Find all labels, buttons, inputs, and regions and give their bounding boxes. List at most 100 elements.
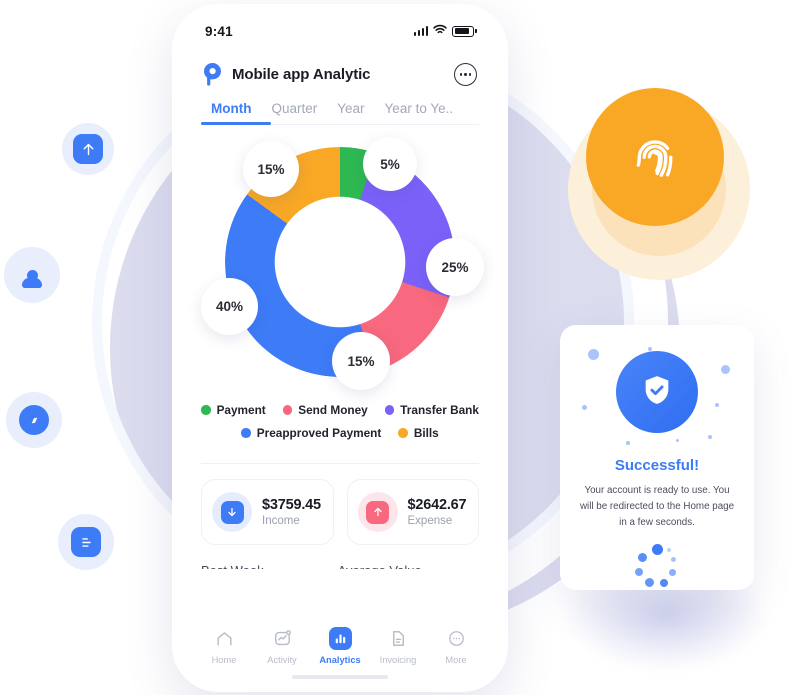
tab-year[interactable]: Year: [327, 101, 374, 125]
legend-label-preapproved-payment: Preapproved Payment: [256, 426, 382, 440]
status-bar: 9:41: [181, 13, 499, 49]
donut-label-bills: 15%: [243, 141, 299, 197]
period-tabs: Month Quarter Year Year to Ye..: [181, 101, 499, 125]
loading-spinner: [634, 544, 680, 590]
income-icon-halo: [212, 492, 252, 532]
sparkle-dot: [676, 439, 679, 442]
legend-label-payment: Payment: [216, 403, 266, 417]
arrow-up-icon: [366, 500, 389, 524]
shield-check-icon: [640, 373, 674, 412]
tab-year-to-year[interactable]: Year to Ye..: [375, 101, 464, 125]
nav-label-invoicing: Invoicing: [379, 655, 417, 665]
sparkle-dot: [582, 405, 587, 410]
success-badge: [616, 351, 698, 433]
legend-item-bills: Bills: [398, 426, 439, 440]
floating-person-chip[interactable]: [4, 247, 60, 303]
chart-legend: Payment Send Money Transfer Bank Preappr…: [181, 403, 499, 449]
floating-document-chip[interactable]: [58, 514, 114, 570]
success-badge-area: [576, 343, 738, 455]
floating-compass-chip[interactable]: [6, 392, 62, 448]
donut-label-payment: 5%: [363, 137, 417, 191]
donut-chart: 5% 25% 15% 40% 15%: [201, 137, 484, 390]
compass-icon: [19, 405, 49, 435]
expense-value: $2642.67: [407, 497, 467, 513]
more-options-icon[interactable]: [454, 63, 477, 86]
person-icon: [17, 260, 47, 290]
average-value-label: Average Value: [338, 563, 422, 569]
floating-upload-chip[interactable]: [62, 123, 114, 175]
bottom-navigation: Home Activity Analytics Invoicing More: [181, 619, 499, 671]
nav-label-more: More: [445, 655, 467, 665]
sparkle-dot: [721, 365, 730, 374]
home-indicator: [292, 675, 388, 679]
upload-icon: [73, 134, 103, 164]
expense-text: $2642.67 Expense: [408, 497, 467, 527]
phone-screen: 9:41 Mobile app Analytic Month Quarter Y…: [181, 13, 499, 683]
legend-dot-bills: [398, 428, 408, 438]
income-text: $3759.45 Income: [262, 497, 321, 527]
battery-icon: [452, 25, 477, 37]
legend-label-bills: Bills: [413, 426, 439, 440]
tab-quarter[interactable]: Quarter: [261, 101, 327, 125]
donut-label-send-money: 15%: [332, 332, 390, 390]
nav-item-invoicing[interactable]: Invoicing: [369, 627, 427, 665]
nav-item-analytics[interactable]: Analytics: [311, 627, 369, 665]
legend-dot-transfer-bank: [384, 405, 395, 415]
legend-row-1: Payment Send Money Transfer Bank: [201, 403, 479, 417]
status-time: 9:41: [205, 23, 233, 39]
legend-item-payment: Payment: [201, 403, 266, 417]
sparkle-dot: [715, 403, 719, 407]
nav-label-activity: Activity: [267, 655, 297, 665]
best-week-label: Best Week: [201, 563, 264, 569]
legend-item-transfer-bank: Transfer Bank: [384, 403, 479, 417]
clipped-stats-row: Best Week Average Value: [181, 545, 499, 569]
nav-label-home: Home: [211, 655, 237, 665]
tabs-active-indicator: [201, 122, 271, 125]
summary-cards: $3759.45 Income $2642.67 Expense: [181, 464, 499, 545]
home-icon: [213, 627, 236, 650]
income-label: Income: [262, 515, 300, 527]
fingerprint-badge[interactable]: [586, 88, 724, 226]
status-icons: [413, 22, 477, 40]
expense-label: Expense: [407, 515, 453, 527]
nav-label-analytics: Analytics: [319, 655, 361, 665]
donut-chart-area: 5% 25% 15% 40% 15%: [181, 129, 499, 403]
legend-dot-send-money: [282, 405, 293, 415]
legend-label-transfer-bank: Transfer Bank: [400, 403, 479, 417]
sparkle-dot: [626, 441, 630, 445]
donut-label-preapproved-payment: 40%: [201, 278, 258, 335]
page-title: Mobile app Analytic: [232, 66, 371, 83]
expense-icon-halo: [357, 492, 398, 532]
arrow-down-icon: [220, 500, 244, 524]
legend-dot-preapproved-payment: [241, 428, 251, 438]
activity-icon: [271, 627, 294, 650]
nav-item-activity[interactable]: Activity: [253, 627, 311, 665]
phone-mockup: 9:41 Mobile app Analytic Month Quarter Y…: [172, 4, 508, 692]
sparkle-dot: [588, 349, 599, 360]
nav-item-home[interactable]: Home: [195, 627, 253, 665]
invoice-icon: [387, 627, 410, 650]
fingerprint-icon: [628, 128, 682, 187]
document-icon: [71, 527, 101, 557]
legend-item-preapproved-payment: Preapproved Payment: [241, 426, 381, 440]
more-icon: [445, 627, 468, 650]
expense-card[interactable]: $2642.67 Expense: [346, 479, 479, 545]
sparkle-dot: [708, 435, 712, 439]
analytics-icon: [328, 627, 352, 650]
app-title-group: Mobile app Analytic: [203, 63, 371, 86]
legend-label-send-money: Send Money: [298, 403, 368, 417]
legend-item-send-money: Send Money: [282, 403, 368, 417]
legend-row-2: Preapproved Payment Bills: [201, 426, 479, 440]
illustration-stage: 9:41 Mobile app Analytic Month Quarter Y…: [0, 0, 808, 695]
app-logo-icon: [203, 63, 222, 86]
success-card: Successful! Your account is ready to use…: [560, 325, 754, 590]
legend-dot-payment: [201, 405, 211, 415]
income-card[interactable]: $3759.45 Income: [201, 479, 334, 545]
donut-label-transfer-bank: 25%: [426, 238, 484, 296]
success-title: Successful!: [614, 457, 700, 474]
signal-bars-icon: [413, 26, 429, 36]
nav-item-more[interactable]: More: [427, 627, 485, 665]
income-value: $3759.45: [262, 497, 321, 513]
success-message: Your account is ready to use. You will b…: [579, 485, 735, 529]
app-header: Mobile app Analytic: [181, 49, 499, 86]
